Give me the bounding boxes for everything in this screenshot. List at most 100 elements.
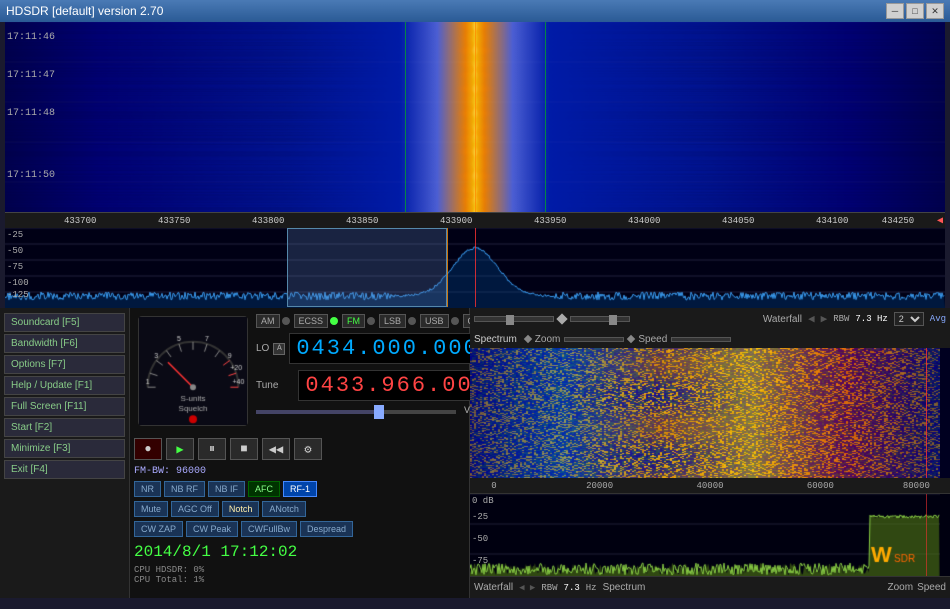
sec-freq-0: 0	[491, 481, 496, 491]
datetime-display: 2014/8/1 17:12:02	[134, 543, 465, 561]
bandwidth-button[interactable]: Bandwidth [F6]	[4, 334, 125, 353]
sec-db-75: -75	[472, 556, 488, 566]
exit-button[interactable]: Exit [F4]	[4, 460, 125, 479]
center-line	[475, 22, 476, 212]
sec-rbw-hz: Hz	[586, 583, 597, 593]
nr-button[interactable]: NR	[134, 481, 161, 497]
options-button[interactable]: Options [F7]	[4, 355, 125, 374]
sec-zoom-label: Zoom	[888, 582, 914, 593]
maximize-btn[interactable]: □	[906, 3, 924, 19]
mode-am[interactable]: AM	[256, 314, 280, 328]
rf1-button[interactable]: RF-1	[283, 481, 317, 497]
stop-button[interactable]: ■	[230, 438, 258, 460]
freq-label-2: 433750	[158, 216, 190, 226]
start-button[interactable]: Start [F2]	[4, 418, 125, 437]
dsp-row-3: CW ZAP CW Peak CWFullBw Despread	[134, 521, 465, 537]
help-button[interactable]: Help / Update [F1]	[4, 376, 125, 395]
right-panel: Waterfall ◀ ▶ RBW 7.3 Hz 248 Avg Spectru…	[470, 308, 950, 598]
waterfall-label[interactable]: Waterfall	[763, 314, 802, 325]
sec-wf-marker	[926, 348, 927, 478]
spectrum-controls-bar: Spectrum Zoom Speed	[470, 330, 950, 348]
despread-button[interactable]: Despread	[300, 521, 353, 537]
record-button[interactable]: ●	[134, 438, 162, 460]
mute-button[interactable]: Mute	[134, 501, 168, 517]
speed-slider[interactable]	[671, 337, 731, 342]
cw-peak-button[interactable]: CW Peak	[186, 521, 238, 537]
sec-freq-80k: 80000	[903, 481, 930, 491]
right-controls-bar: Waterfall ◀ ▶ RBW 7.3 Hz 248 Avg	[470, 308, 950, 330]
fullscreen-button[interactable]: Full Screen [F11]	[4, 397, 125, 416]
main-waterfall: 17:11:46 17:11:47 17:11:48 17:11:50	[5, 22, 945, 212]
wf-range-slider[interactable]	[570, 316, 630, 322]
spectrum-center-line	[447, 228, 448, 307]
center-controls: AM ECSS FM LSB USB CW DRM LO	[130, 308, 470, 598]
agc-off-button[interactable]: AGC Off	[171, 501, 219, 517]
freq-axis-arrow: ◀	[937, 215, 943, 227]
bottom-panel: Soundcard [F5] Bandwidth [F6] Options [F…	[0, 308, 950, 598]
minimize-button[interactable]: Minimize [F3]	[4, 439, 125, 458]
lo-label: LO	[256, 343, 269, 354]
rewind-button[interactable]: ◀◀	[262, 438, 290, 460]
nb-if-button[interactable]: NB IF	[208, 481, 245, 497]
db-label-50: -50	[7, 246, 23, 256]
rbw-value: 7.3 Hz	[855, 314, 887, 324]
left-sidebar: Soundcard [F5] Bandwidth [F6] Options [F…	[0, 308, 130, 598]
sec-speed-label: Speed	[917, 582, 946, 593]
sec-waterfall-label[interactable]: Waterfall	[474, 582, 513, 593]
spectrum-tune-line	[475, 228, 476, 307]
timestamp-4: 17:11:50	[7, 170, 55, 181]
secondary-waterfall	[470, 348, 950, 478]
close-btn[interactable]: ✕	[926, 3, 944, 19]
wf-diamond-marker	[556, 313, 567, 324]
spectrum-highlight-band[interactable]	[287, 228, 447, 307]
tune-label: Tune	[256, 380, 278, 391]
soundcard-button[interactable]: Soundcard [F5]	[4, 313, 125, 332]
freq-label-5: 433900	[440, 216, 472, 226]
frequency-axis: 433700 433750 433800 433850 433900 43395…	[5, 212, 945, 228]
minimize-btn[interactable]: ─	[886, 3, 904, 19]
sec-db-0: 0 dB	[472, 496, 494, 506]
mode-fm[interactable]: FM	[342, 314, 365, 328]
freq-label-8: 434050	[722, 216, 754, 226]
fmbw-label: FM-BW: 96000	[134, 466, 465, 477]
mode-usb[interactable]: USB	[420, 314, 449, 328]
lo-frequency[interactable]: 0434.000.000	[289, 333, 485, 364]
speed-diamond	[627, 335, 635, 343]
secondary-spectrum: 0 dB -25 -50 -75 -100 -125	[470, 494, 950, 576]
play-button[interactable]: ▶	[166, 438, 194, 460]
lo-indicator[interactable]: A	[273, 343, 285, 355]
volume-slider[interactable]	[256, 410, 456, 414]
freq-label-9: 434100	[816, 216, 848, 226]
timestamp-1: 17:11:46	[7, 32, 55, 43]
cw-zap-button[interactable]: CW ZAP	[134, 521, 183, 537]
transport-controls: ● ▶ ⏸ ■ ◀◀ ⚙	[134, 438, 465, 460]
pause-button[interactable]: ⏸	[198, 438, 226, 460]
s-meter	[138, 316, 248, 426]
notch-button[interactable]: Notch	[222, 501, 260, 517]
mode-lsb[interactable]: LSB	[379, 314, 406, 328]
db-label-100: -100	[7, 278, 29, 288]
cw-full-bw-button[interactable]: CWFullBw	[241, 521, 297, 537]
sec-spectrum-label[interactable]: Spectrum	[603, 582, 646, 593]
wf-offset-slider[interactable]	[474, 316, 554, 322]
sec-freq-60k: 60000	[807, 481, 834, 491]
sec-freq-40k: 40000	[696, 481, 723, 491]
sec-rbw-label: RBW	[541, 583, 557, 593]
rbw-label: RBW	[833, 314, 849, 324]
band-right-line	[545, 22, 546, 212]
afc-button[interactable]: AFC	[248, 481, 280, 497]
tune-frequency[interactable]: 0433.966.000	[298, 370, 497, 401]
main-spectrum: -25 -50 -75 -100 -125	[5, 228, 945, 308]
cpu-total: CPU Total: 1%	[134, 575, 465, 585]
band-left-line	[405, 22, 406, 212]
db-label-75: -75	[7, 262, 23, 272]
rbw-select[interactable]: 248	[894, 312, 924, 326]
anotch-button[interactable]: ANotch	[262, 501, 306, 517]
mode-ecss[interactable]: ECSS	[294, 314, 329, 328]
nb-rf-button[interactable]: NB RF	[164, 481, 205, 497]
spectrum-label[interactable]: Spectrum	[474, 334, 517, 345]
loop-button[interactable]: ⚙	[294, 438, 322, 460]
zoom-slider[interactable]	[564, 337, 624, 342]
speed-label: Speed	[638, 334, 667, 345]
sec-freq-20k: 20000	[586, 481, 613, 491]
